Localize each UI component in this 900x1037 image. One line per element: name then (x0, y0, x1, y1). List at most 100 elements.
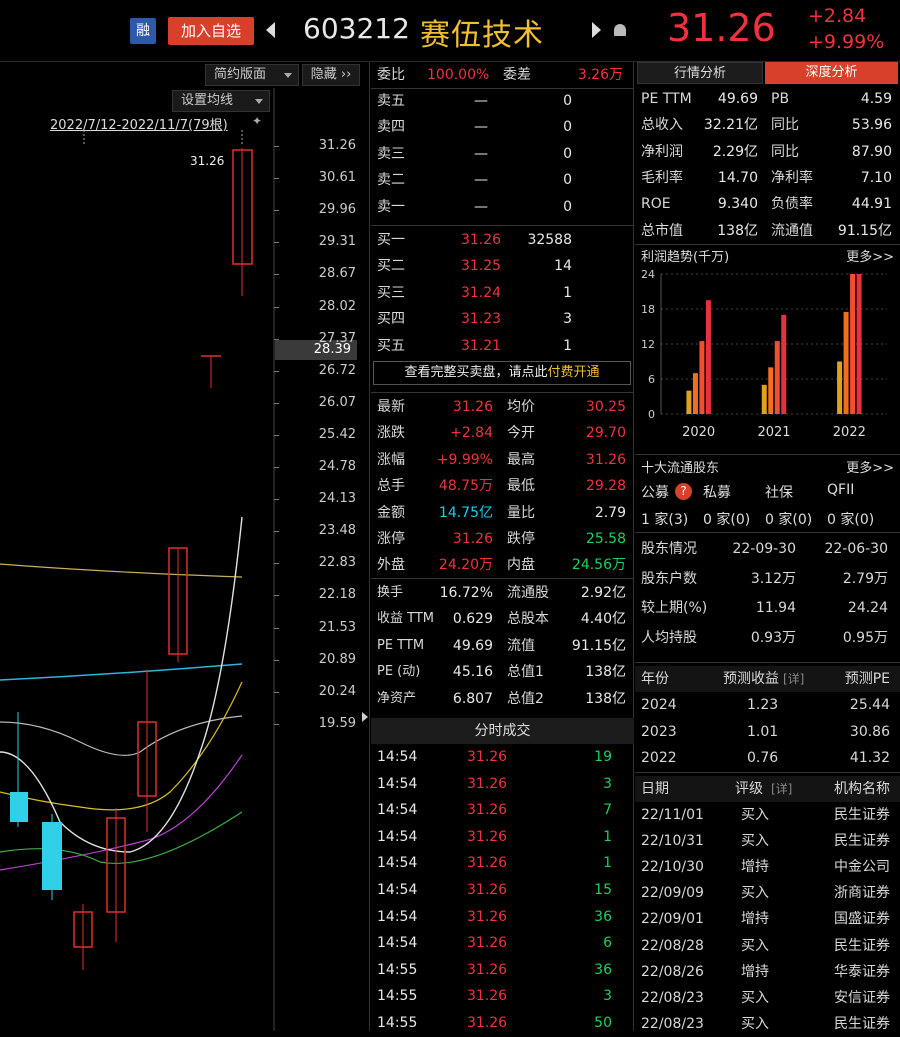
banner-link[interactable]: 付费开通 (548, 365, 600, 380)
fund-value: 2.29亿 (712, 143, 758, 160)
bell-icon[interactable] (614, 24, 626, 36)
fund-label: 同比 (771, 143, 799, 160)
profit-bar (761, 384, 767, 414)
margin-badge[interactable]: 融 (130, 18, 156, 44)
y-tick-label: 18 (641, 303, 655, 316)
book-row[interactable]: 买五 31.21 1 (371, 333, 634, 359)
holder-count: 0 家(0) (765, 512, 813, 528)
rt-rating: 增持 (741, 911, 769, 928)
tick-row[interactable]: 14:54 31.26 6 (371, 930, 634, 956)
axis-tick (274, 306, 279, 308)
rating-row[interactable]: 22/11/01 买入 民生证券 (635, 802, 900, 828)
webi-label: 委比 (377, 67, 405, 83)
rt-detail-link[interactable]: [详] (771, 776, 792, 802)
help-icon[interactable]: ? (675, 483, 692, 500)
rt-rating: 买入 (741, 989, 769, 1006)
book-volume: 0 (563, 93, 572, 109)
holder-count: 1 家(3) (641, 512, 689, 528)
rt-org: 国盛证券 (834, 911, 890, 928)
rating-row[interactable]: 22/10/30 增持 中金公司 (635, 854, 900, 880)
tab-depth-analysis[interactable]: 深度分析 (765, 62, 898, 84)
fund-value: 7.10 (860, 169, 892, 186)
axis-tick (274, 531, 279, 533)
tick-price: 31.26 (467, 988, 508, 1005)
fund-label: 流通值 (771, 222, 813, 239)
book-row[interactable]: 买三 31.24 1 (371, 280, 634, 306)
rating-row[interactable]: 22/08/28 买入 民生证券 (635, 933, 900, 959)
tick-row[interactable]: 14:54 31.26 7 (371, 797, 634, 823)
book-level: 买二 (377, 258, 405, 275)
next-stock-icon[interactable] (592, 22, 601, 38)
tick-volume: 50 (594, 1015, 612, 1031)
tick-price: 31.26 (467, 935, 508, 952)
tick-volume: 36 (594, 908, 612, 925)
book-volume: 0 (563, 172, 572, 189)
axis-label: 22.83 (318, 555, 356, 571)
rating-row[interactable]: 22/09/01 增持 国盛证券 (635, 906, 900, 932)
holder-tab[interactable]: QFII (827, 482, 854, 498)
rt-date: 22/08/26 (641, 963, 704, 980)
holder-tab[interactable]: 公募 (641, 482, 669, 502)
axis-tick (274, 499, 279, 501)
tick-row[interactable]: 14:55 31.26 50 (371, 1010, 634, 1036)
full-book-banner[interactable]: 查看完整买卖盘，请点此付费开通 (373, 361, 631, 385)
book-row[interactable]: 买二 31.25 14 (371, 253, 634, 279)
sh-value: 0.93万 (750, 629, 796, 646)
stat-value: 24.20万 (438, 557, 493, 574)
holders-more-link[interactable]: 更多>> (846, 457, 894, 476)
tick-row[interactable]: 14:55 31.26 3 (371, 983, 634, 1009)
shareholder-row: 股东户数 3.12万 2.79万 (635, 565, 900, 593)
rating-row[interactable]: 22/09/09 买入 浙商证券 (635, 880, 900, 906)
add-watchlist-button[interactable]: 加入自选 (168, 17, 254, 45)
stat-row: 外盘 24.20万 内盘 24.56万 (371, 552, 634, 578)
fc-detail-link[interactable]: [详] (783, 666, 804, 692)
tick-row[interactable]: 14:54 31.26 3 (371, 771, 634, 797)
axis-label: 24.78 (318, 459, 356, 474)
tick-row[interactable]: 14:55 31.26 36 (371, 957, 634, 983)
profit-bar (837, 361, 843, 414)
rating-row[interactable]: 22/08/23 买入 民生证券 (635, 1011, 900, 1037)
tick-row[interactable]: 14:54 31.26 1 (371, 850, 634, 876)
book-row[interactable]: 卖一 — 0 (371, 194, 634, 220)
rating-row[interactable]: 22/10/31 买入 民生证券 (635, 828, 900, 854)
stat-label: 换手 (377, 585, 404, 600)
book-row[interactable]: 卖四 — 0 (371, 114, 634, 140)
prev-stock-icon[interactable] (266, 22, 275, 38)
tick-row[interactable]: 14:54 31.26 1 (371, 824, 634, 850)
sh-value: 22-06-30 (824, 541, 888, 557)
book-volume: 3 (563, 311, 572, 328)
rt-date: 22/08/28 (641, 937, 704, 954)
rating-row[interactable]: 22/08/26 增持 华泰证券 (635, 959, 900, 985)
book-row[interactable]: 卖二 — 0 (371, 167, 634, 193)
fund-label: 净利率 (771, 169, 813, 186)
holder-tab[interactable]: 社保 (765, 482, 793, 502)
stat-row: 涨跌 +2.84 今开 29.70 (371, 420, 634, 446)
profit-bar (850, 274, 856, 414)
holders-title: 十大流通股东 (641, 461, 720, 476)
book-row[interactable]: 买四 31.23 3 (371, 306, 634, 332)
rating-row[interactable]: 22/08/23 买入 安信证券 (635, 985, 900, 1011)
forecast-row: 2022 0.76 41.32 (635, 745, 900, 771)
tick-row[interactable]: 14:54 31.26 36 (371, 904, 634, 930)
axis-tick (274, 146, 279, 147)
stat-value: 25.58 (585, 531, 626, 547)
book-row[interactable]: 卖三 — 0 (371, 141, 634, 167)
sh-value: 3.12万 (750, 570, 796, 587)
stat-label: 均价 (507, 399, 535, 415)
book-row[interactable]: 卖五 — 0 (371, 88, 634, 114)
fund-value: 32.21亿 (703, 117, 758, 134)
rt-col: 日期 (641, 781, 669, 797)
axis-tick (274, 370, 279, 372)
tick-row[interactable]: 14:54 31.26 15 (371, 877, 634, 903)
profit-more-link[interactable]: 更多>> (846, 246, 894, 265)
holder-tab[interactable]: 私募 (703, 482, 731, 502)
tab-market-analysis[interactable]: 行情分析 (637, 62, 763, 84)
fc-eps: 0.76 (747, 750, 779, 766)
stat-label: 净资产 (377, 690, 417, 706)
stat-label: 内盘 (507, 557, 535, 574)
kline-chart[interactable]: 简约版面 隐藏 ›› 设置均线 2022/7/12-2022/11/7(79根)… (0, 62, 370, 1031)
book-row[interactable]: 买一 31.26 32588 (371, 227, 634, 253)
stat-value: 48.75万 (438, 478, 493, 495)
tick-row[interactable]: 14:54 31.26 19 (371, 744, 634, 770)
axis-label: 28.02 (318, 298, 356, 314)
